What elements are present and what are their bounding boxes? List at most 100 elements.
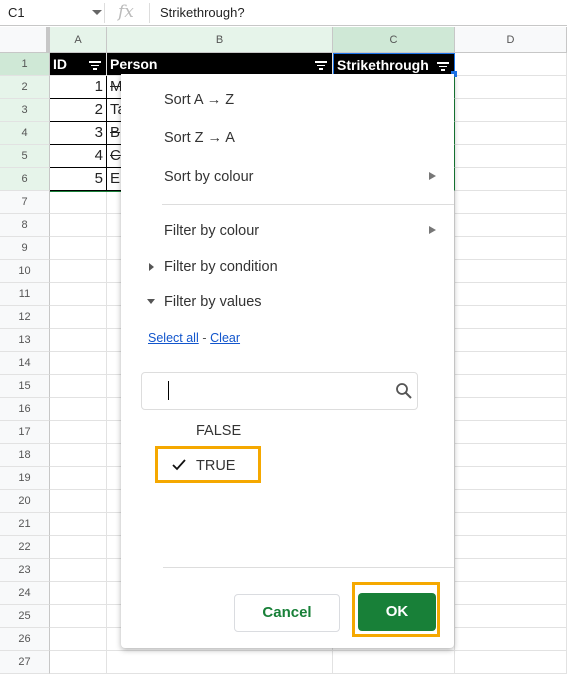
cell[interactable]: [50, 605, 107, 628]
cell[interactable]: [455, 628, 567, 651]
id-cell[interactable]: 3: [50, 122, 107, 145]
cell[interactable]: [50, 628, 107, 651]
cell[interactable]: [50, 191, 107, 214]
filter-icon[interactable]: [89, 61, 101, 72]
cell[interactable]: [50, 467, 107, 490]
ok-button[interactable]: OK: [358, 593, 436, 631]
cell[interactable]: [455, 490, 567, 513]
row-header-1[interactable]: 1: [0, 53, 50, 76]
cell[interactable]: [455, 76, 567, 99]
row-header-25[interactable]: 25: [0, 605, 50, 628]
row-header-9[interactable]: 9: [0, 237, 50, 260]
row-header-24[interactable]: 24: [0, 582, 50, 605]
column-header-D[interactable]: D: [455, 27, 567, 53]
header-cell-strike[interactable]: Strikethrough: [333, 53, 455, 76]
select-all-corner[interactable]: [0, 27, 50, 53]
cell[interactable]: [455, 651, 567, 674]
cell[interactable]: [107, 651, 333, 674]
cell[interactable]: [50, 329, 107, 352]
row-header-5[interactable]: 5: [0, 145, 50, 168]
row-header-19[interactable]: 19: [0, 467, 50, 490]
cell[interactable]: [50, 490, 107, 513]
value-option-true[interactable]: TRUE: [196, 458, 235, 474]
filter-by-condition[interactable]: Filter by condition: [164, 259, 278, 275]
cell[interactable]: [455, 421, 567, 444]
column-header-B[interactable]: B: [107, 27, 333, 53]
cell[interactable]: [50, 513, 107, 536]
collapse-icon[interactable]: [147, 299, 155, 304]
cell[interactable]: [455, 99, 567, 122]
row-header-14[interactable]: 14: [0, 352, 50, 375]
id-cell[interactable]: 4: [50, 145, 107, 168]
row-header-8[interactable]: 8: [0, 214, 50, 237]
header-cell-person[interactable]: Person: [107, 53, 333, 76]
row-header-3[interactable]: 3: [0, 99, 50, 122]
filter-by-colour[interactable]: Filter by colour: [164, 223, 259, 239]
row-header-6[interactable]: 6: [0, 168, 50, 191]
select-all-link[interactable]: Select all: [148, 331, 199, 345]
cell[interactable]: [455, 260, 567, 283]
cell[interactable]: [455, 352, 567, 375]
row-header-11[interactable]: 11: [0, 283, 50, 306]
cell[interactable]: [455, 444, 567, 467]
cell[interactable]: [50, 375, 107, 398]
cell[interactable]: [50, 398, 107, 421]
cell[interactable]: [455, 582, 567, 605]
cell[interactable]: [455, 398, 567, 421]
filter-icon[interactable]: [437, 62, 449, 73]
row-header-18[interactable]: 18: [0, 444, 50, 467]
id-cell[interactable]: 5: [50, 168, 107, 191]
filter-icon[interactable]: [315, 61, 327, 72]
row-header-10[interactable]: 10: [0, 260, 50, 283]
cell[interactable]: [50, 214, 107, 237]
sort-by-colour[interactable]: Sort by colour: [164, 169, 253, 185]
formula-input[interactable]: Strikethrough?: [160, 5, 245, 20]
value-option-false[interactable]: FALSE: [196, 423, 241, 439]
cell[interactable]: [455, 191, 567, 214]
sort-a-z[interactable]: Sort A → Z: [164, 92, 234, 108]
header-cell-id[interactable]: ID: [50, 53, 107, 76]
cell[interactable]: [455, 329, 567, 352]
cell[interactable]: [455, 306, 567, 329]
row-header-27[interactable]: 27: [0, 651, 50, 674]
cancel-button[interactable]: Cancel: [234, 594, 340, 632]
sort-z-a[interactable]: Sort Z → A: [164, 130, 235, 146]
name-box-dropdown-icon[interactable]: [92, 10, 102, 15]
cell[interactable]: [50, 582, 107, 605]
name-box[interactable]: C1: [8, 5, 25, 20]
cell[interactable]: [455, 375, 567, 398]
cell[interactable]: [333, 651, 455, 674]
cell[interactable]: [455, 122, 567, 145]
row-header-2[interactable]: 2: [0, 76, 50, 99]
row-header-13[interactable]: 13: [0, 329, 50, 352]
cell[interactable]: [50, 651, 107, 674]
cell[interactable]: [455, 53, 567, 76]
cell[interactable]: [50, 536, 107, 559]
cell[interactable]: [50, 260, 107, 283]
cell[interactable]: [455, 513, 567, 536]
cell[interactable]: [50, 352, 107, 375]
cell[interactable]: [455, 467, 567, 490]
row-header-22[interactable]: 22: [0, 536, 50, 559]
cell[interactable]: [455, 536, 567, 559]
id-cell[interactable]: 2: [50, 99, 107, 122]
cell[interactable]: [50, 444, 107, 467]
cell[interactable]: [455, 214, 567, 237]
row-header-7[interactable]: 7: [0, 191, 50, 214]
row-header-12[interactable]: 12: [0, 306, 50, 329]
row-header-17[interactable]: 17: [0, 421, 50, 444]
column-header-A[interactable]: A: [50, 27, 107, 53]
cell[interactable]: [455, 559, 567, 582]
values-search-input[interactable]: [141, 372, 418, 410]
column-header-C[interactable]: C: [333, 27, 455, 53]
cell[interactable]: [455, 283, 567, 306]
row-header-15[interactable]: 15: [0, 375, 50, 398]
clear-link[interactable]: Clear: [210, 331, 240, 345]
row-header-4[interactable]: 4: [0, 122, 50, 145]
id-cell[interactable]: 1: [50, 76, 107, 99]
cell[interactable]: [455, 168, 567, 191]
cell[interactable]: [455, 237, 567, 260]
row-header-23[interactable]: 23: [0, 559, 50, 582]
row-header-20[interactable]: 20: [0, 490, 50, 513]
row-header-26[interactable]: 26: [0, 628, 50, 651]
